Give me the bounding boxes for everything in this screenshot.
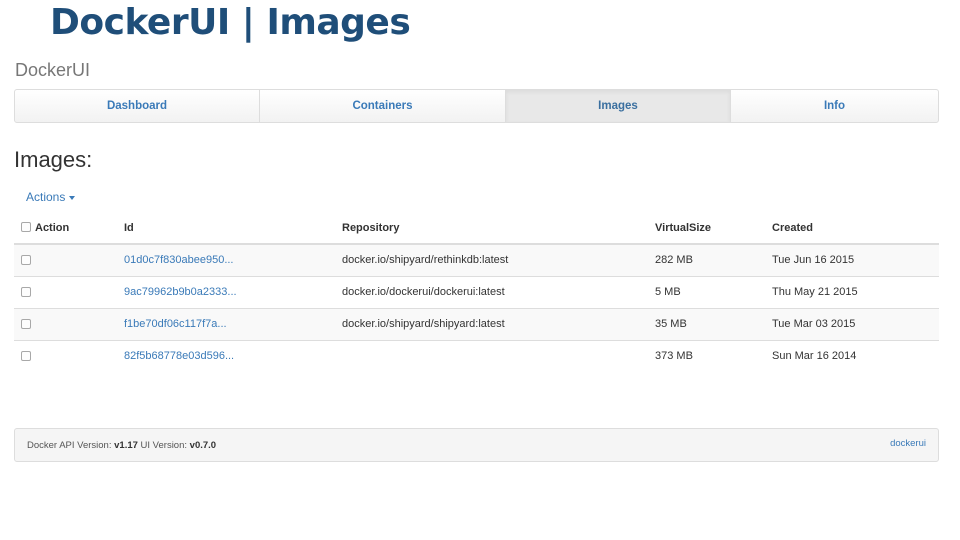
header-action: Action xyxy=(14,213,124,245)
row-checkbox[interactable] xyxy=(21,319,31,330)
table-row: 01d0c7f830abee950... docker.io/shipyard/… xyxy=(14,243,939,276)
actions-dropdown[interactable]: Actions xyxy=(26,190,76,204)
nav-images[interactable]: Images xyxy=(506,90,731,122)
header-action-label: Action xyxy=(35,222,70,234)
ui-version-value: v0.7.0 xyxy=(189,440,217,451)
image-repository: docker.io/shipyard/rethinkdb:latest xyxy=(342,243,655,276)
row-checkbox[interactable] xyxy=(21,255,31,266)
slide-title: DockerUI | Images xyxy=(50,2,411,43)
api-version-label: Docker API Version: xyxy=(27,440,112,451)
table-header-row: Action Id Repository VirtualSize Created xyxy=(14,213,939,245)
image-repository xyxy=(342,339,655,372)
api-version-value: v1.17 xyxy=(114,440,138,451)
dockerui-link[interactable]: dockerui xyxy=(890,438,926,449)
brand-logo[interactable]: DockerUI xyxy=(15,60,90,81)
nav-containers[interactable]: Containers xyxy=(260,90,506,122)
row-select-cell xyxy=(14,243,124,276)
image-repository: docker.io/shipyard/shipyard:latest xyxy=(342,307,655,340)
row-select-cell xyxy=(14,339,124,372)
image-virtual-size: 35 MB xyxy=(655,307,772,340)
row-checkbox[interactable] xyxy=(21,351,31,362)
header-virtual-size: VirtualSize xyxy=(655,213,772,245)
table-row: f1be70df06c117f7a... docker.io/shipyard/… xyxy=(14,307,939,340)
table-row: 82f5b68778e03d596... 373 MB Sun Mar 16 2… xyxy=(14,339,939,372)
nav-info[interactable]: Info xyxy=(731,90,938,122)
nav-dashboard[interactable]: Dashboard xyxy=(15,90,260,122)
main-nav: Dashboard Containers Images Info xyxy=(14,89,939,123)
actions-label: Actions xyxy=(26,190,66,204)
version-info: Docker API Version: v1.17 UI Version: v0… xyxy=(27,440,216,451)
header-repository: Repository xyxy=(342,213,655,245)
image-id-link[interactable]: f1be70df06c117f7a... xyxy=(124,318,227,330)
image-created: Sun Mar 16 2014 xyxy=(772,339,939,372)
caret-down-icon xyxy=(69,195,76,200)
table-row: 9ac79962b9b0a2333... docker.io/dockerui/… xyxy=(14,275,939,308)
image-id-link[interactable]: 9ac79962b9b0a2333... xyxy=(124,286,237,298)
select-all-checkbox[interactable] xyxy=(21,222,31,232)
images-table: Action Id Repository VirtualSize Created… xyxy=(14,213,939,372)
image-virtual-size: 282 MB xyxy=(655,243,772,276)
header-id: Id xyxy=(124,213,342,245)
image-virtual-size: 373 MB xyxy=(655,339,772,372)
image-virtual-size: 5 MB xyxy=(655,275,772,308)
row-select-cell xyxy=(14,275,124,308)
image-created: Tue Mar 03 2015 xyxy=(772,307,939,340)
row-select-cell xyxy=(14,307,124,340)
image-id-link[interactable]: 82f5b68778e03d596... xyxy=(124,350,234,362)
image-id-link[interactable]: 01d0c7f830abee950... xyxy=(124,254,234,266)
page-title: Images: xyxy=(14,147,93,172)
image-repository: docker.io/dockerui/dockerui:latest xyxy=(342,275,655,308)
image-created: Tue Jun 16 2015 xyxy=(772,243,939,276)
footer-bar: Docker API Version: v1.17 UI Version: v0… xyxy=(14,428,939,462)
row-checkbox[interactable] xyxy=(21,287,31,298)
header-created: Created xyxy=(772,213,939,245)
image-created: Thu May 21 2015 xyxy=(772,275,939,308)
ui-version-label: UI Version: xyxy=(140,440,188,451)
